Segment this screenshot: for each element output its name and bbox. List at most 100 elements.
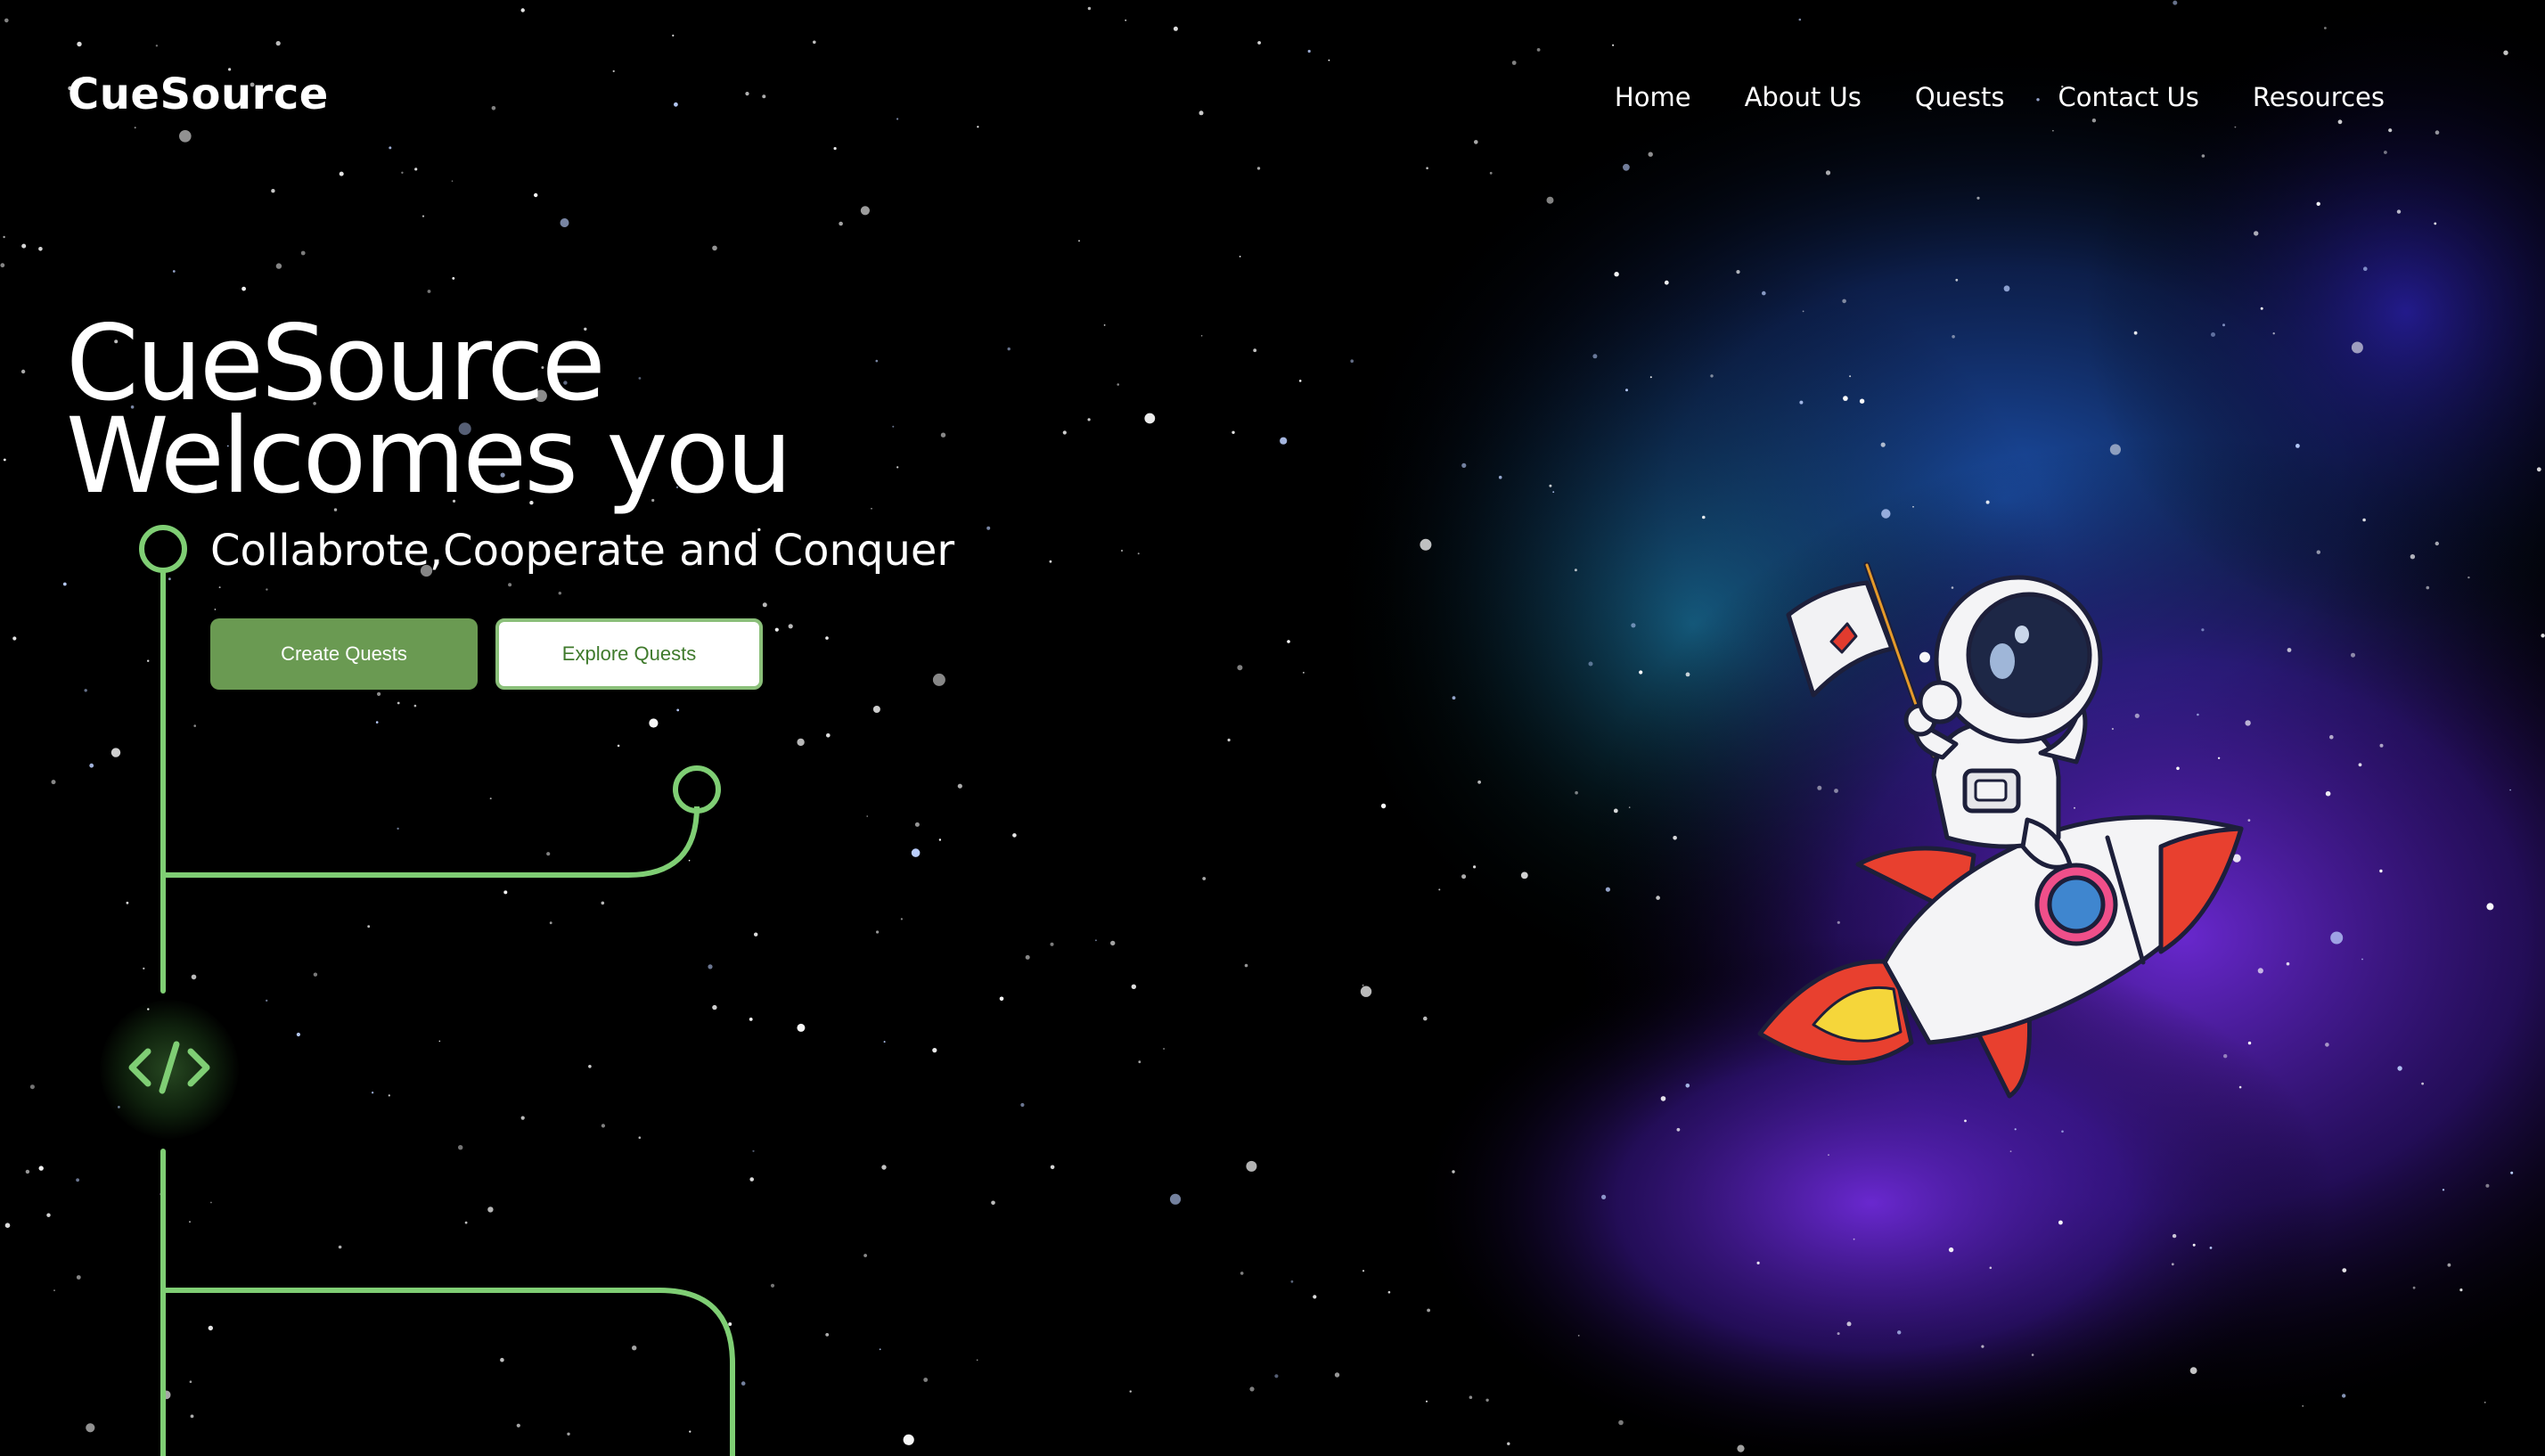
explore-quests-button[interactable]: Explore Quests [495, 618, 763, 690]
star [999, 996, 1004, 1002]
star [2052, 129, 2054, 132]
star [421, 215, 425, 217]
star [1240, 1272, 1244, 1275]
star [1685, 1084, 1690, 1088]
star [1257, 41, 1261, 45]
star [741, 1381, 746, 1386]
star [491, 106, 496, 110]
star [1673, 836, 1677, 840]
star [1110, 940, 1116, 946]
star [489, 798, 492, 800]
nav-contact-us[interactable]: Contact Us [2058, 80, 2199, 114]
star [84, 689, 87, 692]
star [1129, 1390, 1132, 1393]
code-badge [100, 1000, 239, 1139]
star [1798, 18, 1802, 21]
star [2091, 119, 2097, 123]
star [1676, 1127, 1681, 1132]
star [689, 1430, 691, 1433]
star [2192, 1243, 2196, 1247]
star [2254, 231, 2259, 236]
star [712, 1004, 717, 1010]
star [1842, 299, 1846, 304]
star [1020, 1102, 1025, 1108]
star [2330, 931, 2344, 945]
star [1948, 1247, 1954, 1253]
star [1976, 196, 1980, 200]
star [3, 458, 6, 462]
star [813, 40, 816, 45]
star [1601, 1194, 1607, 1199]
star [2509, 789, 2511, 791]
star [1280, 437, 1288, 445]
star [452, 277, 455, 280]
star [1087, 6, 1092, 11]
star [2222, 323, 2225, 327]
star [2272, 332, 2275, 335]
star [632, 1346, 637, 1351]
star [2342, 1268, 2347, 1272]
star [2302, 1405, 2304, 1407]
logo[interactable]: CueSource [68, 70, 329, 119]
star [1520, 871, 1528, 879]
star [388, 1094, 390, 1097]
star [1469, 1395, 1473, 1399]
star [745, 92, 749, 96]
star [487, 1207, 494, 1213]
star [1461, 874, 1467, 879]
star [2388, 128, 2393, 133]
star [1625, 389, 1628, 392]
star [1095, 939, 1097, 942]
star [397, 827, 399, 830]
star [2379, 869, 2383, 873]
star [2410, 554, 2416, 560]
star [617, 744, 620, 748]
star [872, 706, 880, 713]
star [825, 1333, 830, 1337]
star [1303, 672, 1305, 674]
star [20, 369, 26, 374]
star [986, 526, 991, 530]
star [371, 1092, 374, 1094]
star [2384, 151, 2387, 154]
star [826, 733, 831, 738]
star [2467, 576, 2470, 579]
nav-quests[interactable]: Quests [1915, 80, 2005, 114]
star [1498, 475, 1502, 479]
star [168, 577, 171, 581]
star [762, 94, 766, 99]
star [1199, 110, 1204, 116]
star [567, 1432, 570, 1436]
star [1511, 61, 1517, 65]
star [871, 508, 872, 510]
star [189, 1380, 192, 1383]
star [1427, 1308, 1430, 1313]
star [560, 218, 569, 227]
star [1592, 354, 1598, 359]
star [1985, 500, 1990, 504]
star [1103, 324, 1106, 326]
star [377, 691, 381, 697]
nav-home[interactable]: Home [1615, 80, 1691, 114]
star [2396, 209, 2402, 214]
star [1762, 290, 1766, 296]
star [1420, 538, 1432, 551]
star [1253, 348, 1257, 353]
star [2201, 154, 2205, 158]
create-quests-button[interactable]: Create Quests [210, 618, 478, 690]
star [549, 921, 552, 925]
star [2211, 332, 2215, 337]
nav-resources[interactable]: Resources [2253, 80, 2385, 114]
star [2171, 1263, 2174, 1266]
star [940, 432, 946, 438]
star [190, 1414, 194, 1419]
star [2447, 1263, 2451, 1267]
star [2286, 961, 2290, 966]
star [1843, 396, 1848, 401]
star [271, 189, 275, 193]
star [1649, 376, 1652, 379]
star [2324, 27, 2327, 29]
star [389, 146, 392, 150]
nav-about-us[interactable]: About Us [1745, 80, 1862, 114]
star [1423, 1016, 1428, 1021]
